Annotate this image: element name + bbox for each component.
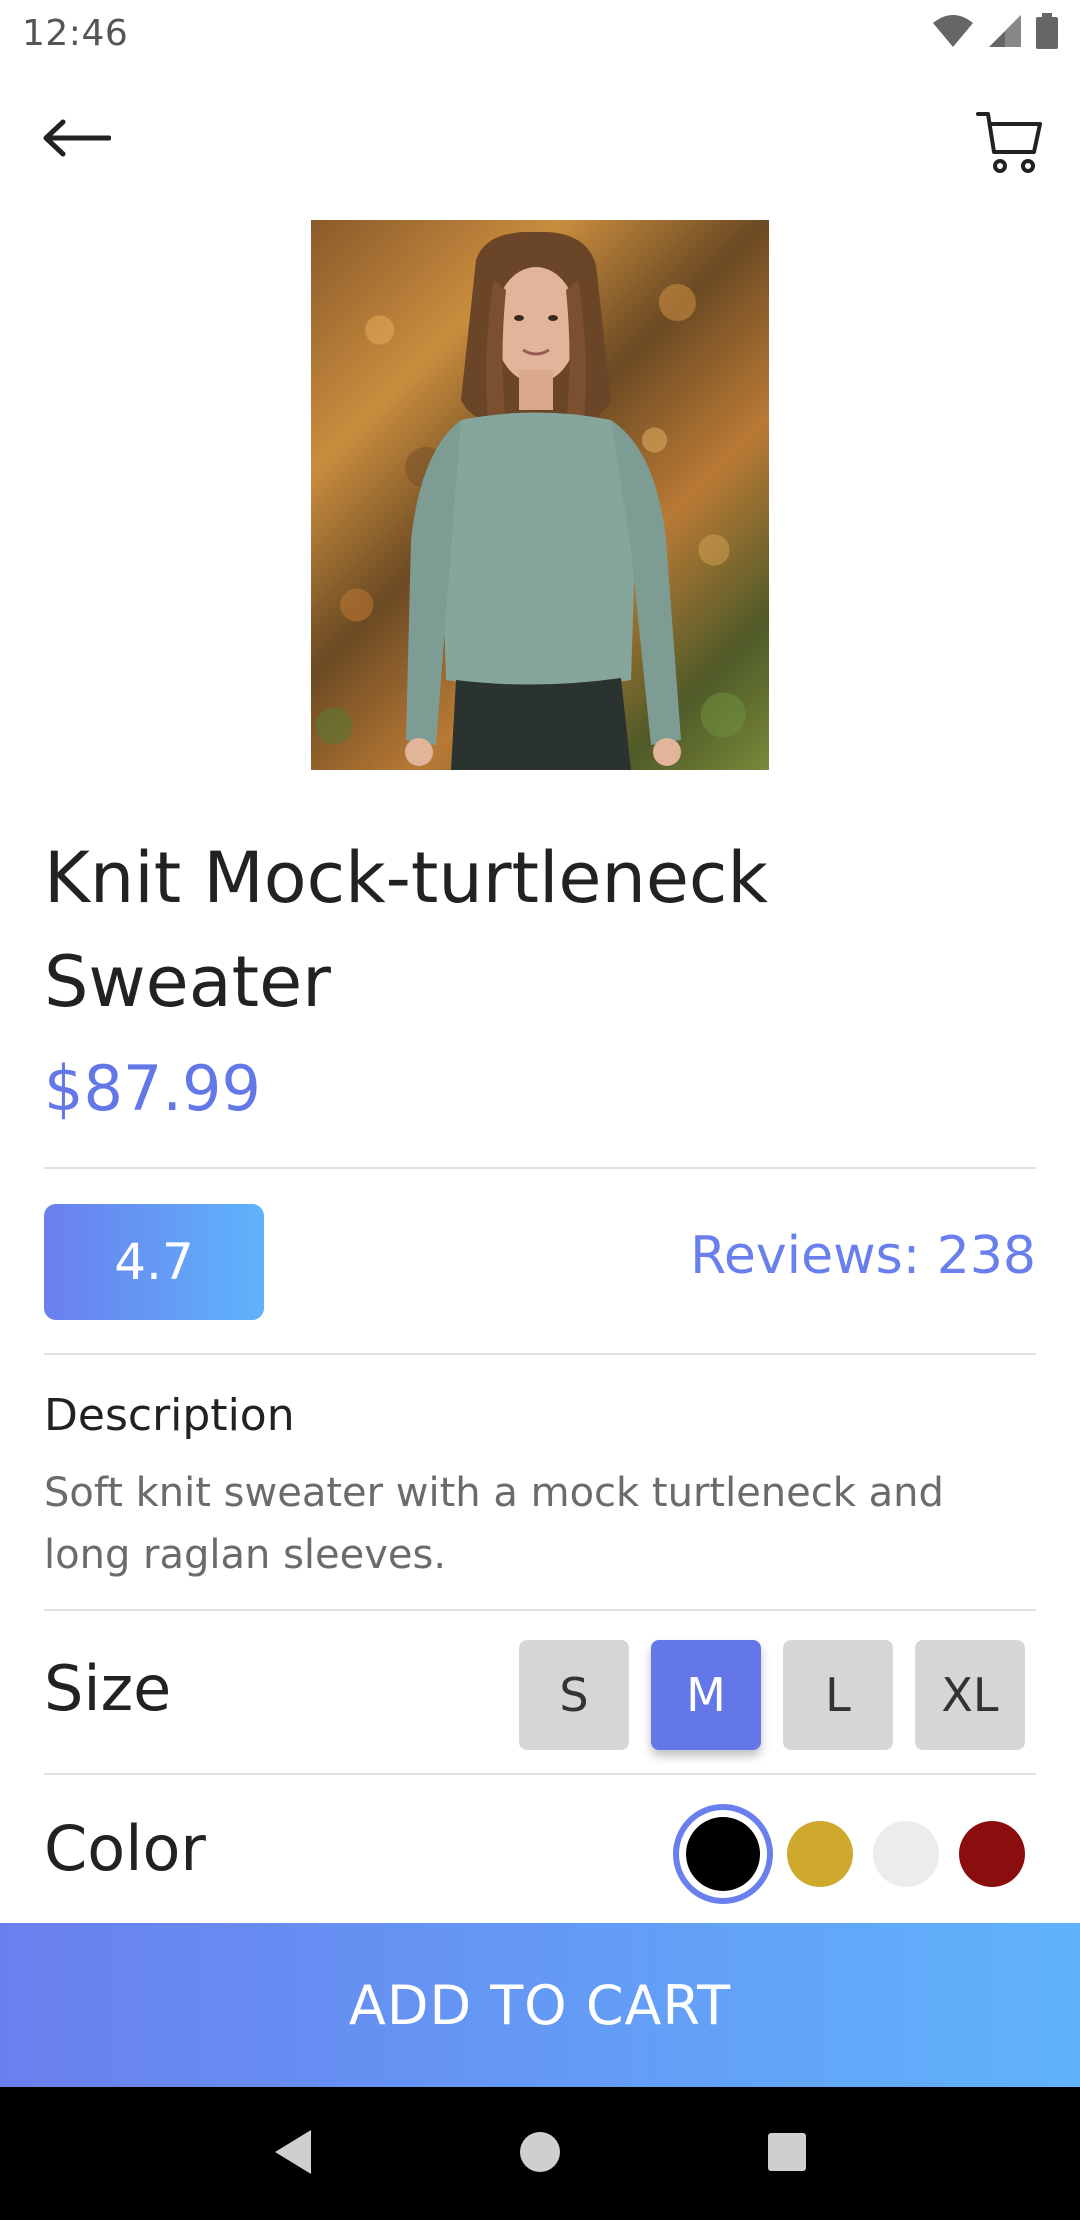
size-option-xl[interactable]: XL <box>915 1640 1025 1750</box>
color-swatch-dark-red[interactable] <box>959 1821 1025 1887</box>
app-bar <box>0 66 1080 218</box>
system-nav-bar <box>0 2087 1080 2220</box>
size-label: Size <box>44 1652 172 1725</box>
color-options <box>673 1804 1025 1904</box>
color-label: Color <box>44 1812 206 1885</box>
status-time: 12:46 <box>22 12 129 54</box>
color-swatch-gold[interactable] <box>787 1821 853 1887</box>
product-detail-screen: 12:46 Knit Mock-turtleneck Sweater $87.9… <box>0 0 1080 2220</box>
size-option-s[interactable]: S <box>519 1640 629 1750</box>
back-triangle-icon <box>271 2128 315 2180</box>
model-wearing-sweater-illustration <box>405 231 681 770</box>
size-option-l[interactable]: L <box>783 1640 893 1750</box>
back-button[interactable] <box>36 110 116 170</box>
color-swatch-black[interactable] <box>673 1804 773 1904</box>
battery-icon <box>1036 13 1058 53</box>
cart-icon <box>976 108 1044 180</box>
divider <box>44 1773 1036 1775</box>
description-label: Description <box>44 1390 295 1441</box>
home-circle-icon <box>518 2130 562 2178</box>
product-title: Knit Mock-turtleneck Sweater <box>44 837 768 1023</box>
nav-home-button[interactable] <box>500 2114 580 2194</box>
recents-square-icon <box>766 2131 808 2177</box>
add-to-cart-button[interactable]: ADD TO CART <box>0 1923 1080 2087</box>
nav-back-button[interactable] <box>253 2114 333 2194</box>
cart-button[interactable] <box>970 104 1050 184</box>
divider <box>44 1609 1036 1611</box>
color-swatch-light-gray[interactable] <box>873 1821 939 1887</box>
size-options: S M L XL <box>519 1640 1025 1750</box>
color-swatch-dot <box>686 1817 760 1891</box>
status-icons <box>932 13 1058 53</box>
divider <box>44 1167 1036 1169</box>
status-bar: 12:46 <box>0 0 1080 66</box>
divider <box>44 1353 1036 1355</box>
product-price: $87.99 <box>44 1052 261 1125</box>
wifi-icon <box>932 14 974 52</box>
reviews-link[interactable]: Reviews: 238 <box>690 1226 1036 1286</box>
signal-icon <box>988 14 1022 52</box>
description-text: Soft knit sweater with a mock turtleneck… <box>44 1470 944 1578</box>
product-image <box>311 220 769 770</box>
nav-recents-button[interactable] <box>747 2114 827 2194</box>
size-option-m[interactable]: M <box>651 1640 761 1750</box>
arrow-left-icon <box>41 118 112 162</box>
rating-badge: 4.7 <box>44 1204 264 1320</box>
